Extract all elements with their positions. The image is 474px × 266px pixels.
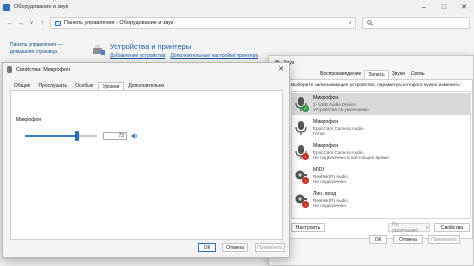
- device-text: Микрофон EpocCam Camera Audio Готов: [313, 119, 364, 137]
- device-item-microphone-usb[interactable]: ✓ Микрофон 2- USB Audio Device Устройств…: [292, 93, 471, 115]
- set-default-button[interactable]: По умолчанию ∨: [388, 221, 430, 234]
- nav-link-home-line2[interactable]: домашняя страница: [10, 49, 90, 56]
- device-status: Устройство по умолчанию: [313, 107, 369, 112]
- levels-panel: Микрофон 72: [10, 90, 283, 240]
- default-check-icon: ✓: [302, 105, 309, 112]
- microphone-icon: [7, 66, 12, 73]
- tab-playback[interactable]: Воспроизведение: [317, 70, 364, 79]
- search-icon: [367, 20, 373, 26]
- cancel-button[interactable]: Отмена: [393, 235, 423, 244]
- microphone-level-value[interactable]: 72: [103, 132, 127, 140]
- computer-icon: [55, 20, 61, 26]
- device-item-midi[interactable]: ↓ MIDI Realtek(R) Audio Не подключено: [292, 165, 471, 187]
- configure-button[interactable]: Настроить: [291, 223, 325, 232]
- window-title: Оборудование и звук: [14, 4, 69, 10]
- close-icon[interactable]: ✕: [278, 65, 284, 73]
- slider-thumb[interactable]: [75, 131, 79, 141]
- microphone-icon: [295, 121, 307, 135]
- device-text: Микрофон EpocCam Camera Audio Не подключ…: [313, 143, 389, 161]
- tab-communications[interactable]: Связь: [408, 70, 428, 79]
- properties-button[interactable]: Свойства: [434, 223, 470, 232]
- slider-fill: [25, 135, 77, 137]
- chevron-down-icon: ∨: [425, 224, 429, 231]
- left-nav: Панель управления — домашняя страница: [10, 42, 90, 55]
- title-bar: Оборудование и звук – □ ✕: [0, 0, 474, 14]
- sound-dialog: Звук Воспроизведение Запись Звуки Связь …: [268, 55, 474, 266]
- control-panel-icon: [3, 3, 10, 11]
- microphone-properties-dialog: Свойства: Микрофон ✕ Общие Прослушать Ос…: [2, 62, 290, 258]
- cancel-button[interactable]: Отмена: [222, 243, 248, 252]
- device-text: MIDI Realtek(R) Audio Не подключено: [313, 167, 348, 185]
- address-text: Панель управления › Оборудование и звук: [64, 20, 174, 26]
- maximize-icon[interactable]: □: [434, 0, 454, 14]
- recording-hint: Выберите записывающее устройство, параме…: [291, 83, 461, 88]
- disconnected-icon: ↓: [302, 201, 309, 208]
- mic-title-bar: Свойства: Микрофон: [3, 63, 289, 76]
- tab-recording[interactable]: Запись: [364, 70, 389, 79]
- disconnected-icon: ↓: [302, 153, 309, 160]
- chevron-down-icon[interactable]: ∨: [348, 20, 352, 26]
- search-input[interactable]: [362, 17, 470, 29]
- speaker-mute-icon[interactable]: [131, 132, 138, 140]
- up-icon[interactable]: ↑: [37, 18, 48, 29]
- apply-button[interactable]: Применить: [255, 243, 285, 252]
- address-row: ← → ∨ ↑ Панель управления › Оборудование…: [0, 14, 474, 32]
- device-item-microphone-epoccam[interactable]: Микрофон EpocCam Camera Audio Готов: [292, 117, 471, 139]
- mic-dialog-title: Свойства: Микрофон: [16, 66, 71, 73]
- microphone-level-slider[interactable]: [25, 131, 97, 141]
- device-status: Не подключено: [313, 179, 346, 184]
- device-status: Не подключено в настоящее время: [313, 155, 389, 160]
- device-status: Не подключено: [313, 203, 346, 208]
- ok-button[interactable]: ОК: [369, 235, 387, 244]
- device-text: Лин. вход Realtek(R) Audio Не подключено: [313, 191, 348, 209]
- add-device-link[interactable]: Добавление устройства: [110, 53, 165, 59]
- printer-settings-link[interactable]: Дополнительные настройки принтера: [170, 53, 258, 59]
- close-icon[interactable]: ✕: [454, 0, 474, 14]
- window-controls: – □ ✕: [414, 0, 474, 14]
- back-icon[interactable]: ←: [4, 18, 15, 29]
- recent-icon[interactable]: ∨: [26, 18, 37, 29]
- tab-sounds[interactable]: Звуки: [389, 70, 408, 79]
- device-item-line-in[interactable]: ↓ Лин. вход Realtek(R) Audio Не подключе…: [292, 189, 471, 211]
- section-links: Добавление устройства Дополнительные нас…: [110, 53, 258, 59]
- address-bar[interactable]: Панель управления › Оборудование и звук …: [50, 17, 356, 29]
- device-list[interactable]: ✓ Микрофон 2- USB Audio Device Устройств…: [291, 91, 471, 219]
- forward-icon[interactable]: →: [15, 18, 26, 29]
- device-status: Готов: [313, 131, 325, 136]
- apply-button[interactable]: Применить: [428, 235, 460, 244]
- device-text: Микрофон 2- USB Audio Device Устройство …: [313, 95, 369, 113]
- minimize-icon[interactable]: –: [414, 0, 434, 14]
- devices-printers-icon: [93, 45, 105, 55]
- sound-tabs: Воспроизведение Запись Звуки Связь: [317, 70, 428, 79]
- ok-button[interactable]: ОК: [198, 243, 216, 252]
- microphone-level-label: Микрофон: [16, 117, 42, 123]
- disconnected-icon: ↓: [302, 177, 309, 184]
- set-default-label: По умолчанию: [392, 221, 419, 234]
- recording-panel: Выберите записывающее устройство, параме…: [287, 79, 473, 239]
- device-item-microphone-epoccam-disconnected[interactable]: ↓ Микрофон EpocCam Camera Audio Не подкл…: [292, 141, 471, 163]
- sound-title-bar: Звук: [269, 56, 473, 69]
- section-title[interactable]: Устройства и принтеры: [110, 42, 191, 51]
